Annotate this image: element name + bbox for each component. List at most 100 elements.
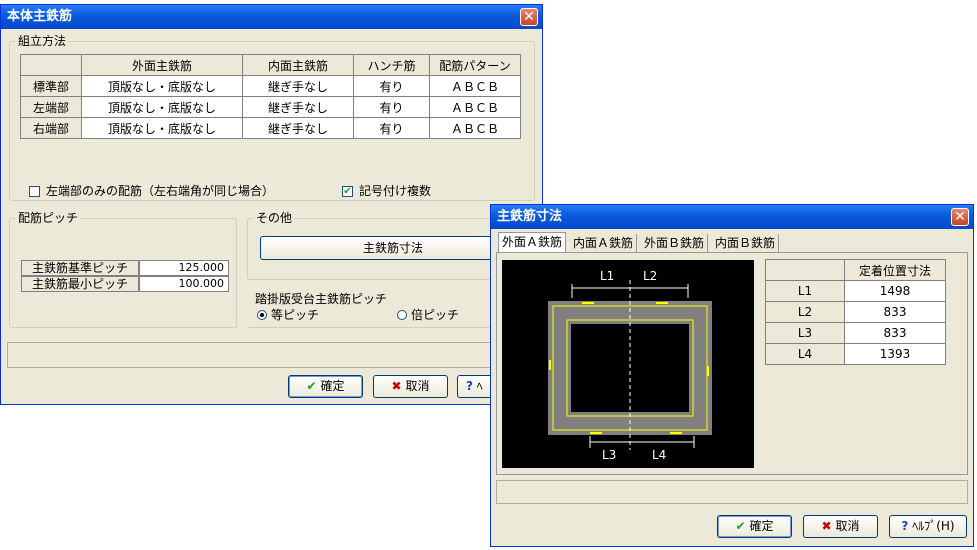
table-row[interactable]: L2 833 (765, 301, 946, 323)
cell-value[interactable]: 1498 (844, 280, 946, 302)
sub-titlebar[interactable]: 主鉄筋寸法 (491, 205, 973, 229)
cell-haunch[interactable]: 有り (353, 96, 430, 118)
assembly-group-title: 組立方法 (16, 34, 69, 48)
tab-inner-b[interactable]: 内面Ｂ鉄筋 (712, 234, 780, 252)
row-label: L1 (765, 280, 845, 302)
anchorage-table: 定着位置寸法 L1 1498 L2 833 L3 833 L4 1393 (765, 259, 946, 365)
main-close-button[interactable]: ✕ (520, 8, 538, 26)
left-only-checkbox[interactable] (29, 186, 40, 197)
table-row[interactable]: L3 833 (765, 322, 946, 344)
close-icon: ✕ (954, 209, 966, 225)
cell-haunch[interactable]: 有り (353, 117, 430, 139)
symbol-multi-checkbox[interactable]: ✔ (342, 186, 353, 197)
anchorage-header-corner (765, 259, 845, 281)
check-icon: ✔ (735, 519, 746, 533)
cell-outer[interactable]: 頂版なし・底版なし (81, 117, 243, 139)
cell-outer[interactable]: 頂版なし・底版なし (81, 96, 243, 118)
row-label: 右端部 (20, 117, 82, 139)
cell-outer[interactable]: 頂版なし・底版なし (81, 75, 243, 97)
cell-inner[interactable]: 継ぎ手なし (242, 117, 354, 139)
cell-inner[interactable]: 継ぎ手なし (242, 75, 354, 97)
row-label: L2 (765, 301, 845, 323)
symbol-multi-label: 記号付け複数 (359, 184, 432, 198)
label-l3: L3 (602, 448, 616, 462)
sub-title: 主鉄筋寸法 (497, 209, 563, 224)
main-ok-label: 確定 (320, 379, 345, 393)
rebar-dimension-dialog: 主鉄筋寸法 ✕ 外面Ａ鉄筋 内面Ａ鉄筋 外面Ｂ鉄筋 内面Ｂ鉄筋 L1 L2 L3… (490, 204, 974, 547)
assembly-header-pattern: 配筋パターン (429, 54, 521, 76)
row-label: 標準部 (20, 75, 82, 97)
main-help-label: ﾍ (476, 379, 483, 393)
table-row[interactable]: L1 1498 (765, 280, 946, 302)
rebar-dimension-button-label: 主鉄筋寸法 (362, 241, 423, 255)
row-label: L3 (765, 322, 845, 344)
table-row[interactable]: 左端部 頂版なし・底版なし 継ぎ手なし 有り ＡＢＣＢ (20, 96, 521, 118)
checkmark-icon: ✔ (343, 186, 352, 197)
sub-cancel-button[interactable]: ✖ 取消 (803, 515, 878, 538)
sub-ok-label: 確定 (749, 519, 774, 533)
tab-outer-b[interactable]: 外面Ｂ鉄筋 (641, 234, 709, 252)
pitch-group-title: 配筋ピッチ (16, 211, 81, 225)
assembly-table: 外面主鉄筋 内面主鉄筋 ハンチ筋 配筋パターン 標準部 頂版なし・底版なし 継ぎ… (20, 54, 521, 139)
sub-status-bar (496, 480, 968, 504)
cell-pattern[interactable]: ＡＢＣＢ (429, 75, 521, 97)
double-pitch-radio[interactable] (397, 310, 407, 320)
tab-label: 外面Ｂ鉄筋 (644, 236, 705, 250)
assembly-header-outer: 外面主鉄筋 (81, 54, 243, 76)
rebar-diagram: L1 L2 L3 L4 (502, 260, 754, 468)
base-pitch-value: 125.000 (178, 261, 225, 274)
main-title: 本体主鉄筋 (7, 9, 73, 24)
main-ok-button[interactable]: ✔ 確定 (288, 375, 363, 398)
cell-haunch[interactable]: 有り (353, 75, 430, 97)
left-only-label: 左端部のみの配筋（左右端角が同じ場合） (46, 184, 275, 198)
cancel-x-icon: ✖ (821, 519, 832, 533)
sub-cancel-label: 取消 (835, 519, 860, 533)
min-pitch-input[interactable]: 100.000 (139, 276, 229, 292)
sub-close-button[interactable]: ✕ (951, 208, 969, 226)
table-row[interactable]: L4 1393 (765, 343, 946, 365)
min-pitch-label-text: 主鉄筋最小ピッチ (31, 277, 128, 291)
equal-pitch-radio[interactable] (257, 310, 267, 320)
sub-help-button[interactable]: ? ﾍﾙﾌﾟ(H) (889, 515, 967, 538)
table-row[interactable]: 標準部 頂版なし・底版なし 継ぎ手なし 有り ＡＢＣＢ (20, 75, 521, 97)
base-pitch-label-text: 主鉄筋基準ピッチ (31, 261, 128, 275)
main-status-bar (7, 342, 537, 368)
other-group-title: その他 (254, 211, 295, 225)
check-icon: ✔ (306, 379, 317, 393)
cell-value[interactable]: 833 (844, 301, 946, 323)
tab-label: 内面Ａ鉄筋 (573, 236, 634, 250)
cell-pattern[interactable]: ＡＢＣＢ (429, 96, 521, 118)
assembly-group: 組立方法 外面主鉄筋 内面主鉄筋 ハンチ筋 配筋パターン 標準部 頂版なし・底版… (9, 34, 535, 201)
tab-outer-a[interactable]: 外面Ａ鉄筋 (498, 232, 567, 253)
base-pitch-input[interactable]: 125.000 (139, 260, 229, 276)
anchorage-header: 定着位置寸法 (844, 259, 946, 281)
row-label: L4 (765, 343, 845, 365)
assembly-header-corner (20, 54, 82, 76)
cell-value[interactable]: 1393 (844, 343, 946, 365)
label-l1: L1 (600, 269, 614, 283)
step-pitch-group-title: 踏掛版受台主鉄筋ピッチ (253, 292, 390, 306)
table-row[interactable]: 右端部 頂版なし・底版なし 継ぎ手なし 有り ＡＢＣＢ (20, 117, 521, 139)
cancel-x-icon: ✖ (391, 379, 402, 393)
label-l2: L2 (643, 269, 657, 283)
pitch-group: 配筋ピッチ 主鉄筋基準ピッチ 125.000 主鉄筋最小ピッチ 100.000 (9, 211, 237, 328)
anchorage-header-row: 定着位置寸法 (765, 259, 946, 281)
sub-help-label: ﾍﾙﾌﾟ(H) (912, 519, 955, 533)
main-cancel-label: 取消 (405, 379, 430, 393)
sub-ok-button[interactable]: ✔ 確定 (717, 515, 792, 538)
min-pitch-value: 100.000 (178, 277, 225, 290)
double-pitch-label: 倍ピッチ (411, 308, 460, 322)
tab-inner-a[interactable]: 内面Ａ鉄筋 (570, 234, 638, 252)
min-pitch-label: 主鉄筋最小ピッチ (21, 276, 139, 292)
main-cancel-button[interactable]: ✖ 取消 (373, 375, 448, 398)
cell-value[interactable]: 833 (844, 322, 946, 344)
cell-inner[interactable]: 継ぎ手なし (242, 96, 354, 118)
base-pitch-label: 主鉄筋基準ピッチ (21, 260, 139, 276)
help-icon: ? (901, 519, 909, 533)
help-icon: ? (466, 379, 473, 393)
cell-pattern[interactable]: ＡＢＣＢ (429, 117, 521, 139)
assembly-header-inner: 内面主鉄筋 (242, 54, 354, 76)
rebar-dimension-button[interactable]: 主鉄筋寸法 (260, 236, 526, 260)
main-titlebar[interactable]: 本体主鉄筋 (1, 5, 542, 29)
equal-pitch-label: 等ピッチ (271, 308, 320, 322)
